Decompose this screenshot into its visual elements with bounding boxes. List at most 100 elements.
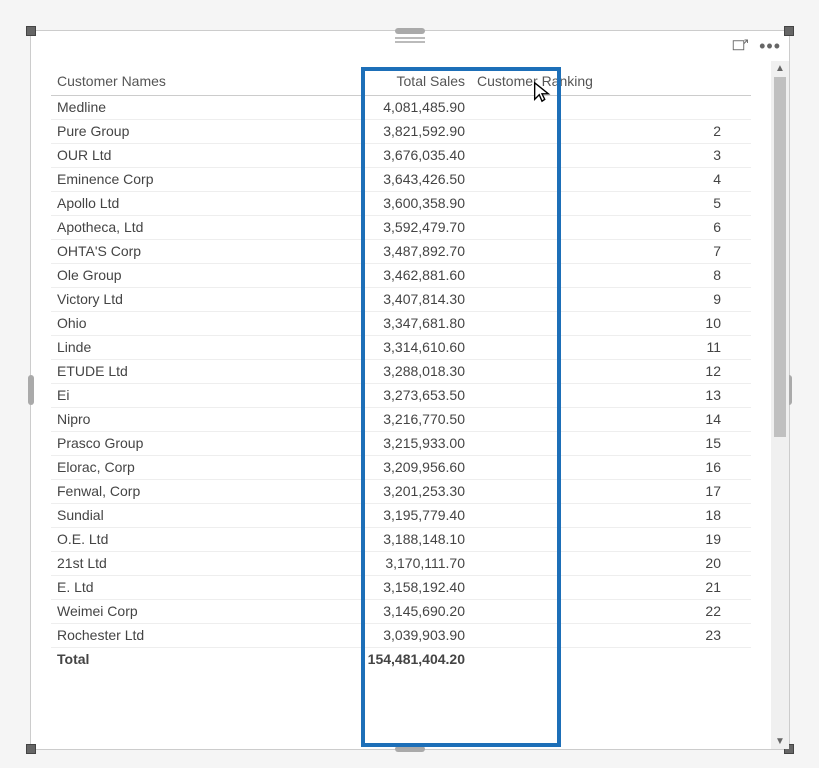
cell-rank: 15: [471, 431, 751, 455]
table-row[interactable]: Linde3,314,610.6011: [51, 335, 751, 359]
cell-sales: 3,487,892.70: [261, 239, 471, 263]
table-row[interactable]: Nipro3,216,770.5014: [51, 407, 751, 431]
table-row[interactable]: Pure Group3,821,592.902: [51, 119, 751, 143]
table-row[interactable]: Victory Ltd3,407,814.309: [51, 287, 751, 311]
cell-name: ETUDE Ltd: [51, 359, 261, 383]
cell-rank: 17: [471, 479, 751, 503]
cell-rank: 12: [471, 359, 751, 383]
table-row[interactable]: Apotheca, Ltd3,592,479.706: [51, 215, 751, 239]
cell-rank: 11: [471, 335, 751, 359]
cell-rank: 18: [471, 503, 751, 527]
cell-sales: 3,314,610.60: [261, 335, 471, 359]
cell-rank: 8: [471, 263, 751, 287]
cell-name: Sundial: [51, 503, 261, 527]
cell-sales: 3,215,933.00: [261, 431, 471, 455]
cell-rank: 6: [471, 215, 751, 239]
scroll-thumb[interactable]: [774, 77, 786, 437]
visual-header: •••: [31, 31, 789, 61]
cell-sales: 3,188,148.10: [261, 527, 471, 551]
cell-name: O.E. Ltd: [51, 527, 261, 551]
cell-name: Rochester Ltd: [51, 623, 261, 647]
cell-sales: 3,676,035.40: [261, 143, 471, 167]
visual-container[interactable]: ••• Customer Names Total Sales Customer …: [30, 30, 790, 750]
resize-handle-tl[interactable]: [26, 26, 36, 36]
cell-name: Fenwal, Corp: [51, 479, 261, 503]
cell-sales: 3,039,903.90: [261, 623, 471, 647]
table-row[interactable]: Elorac, Corp3,209,956.6016: [51, 455, 751, 479]
resize-handle-tr[interactable]: [784, 26, 794, 36]
cell-sales: 4,081,485.90: [261, 95, 471, 119]
cell-rank: 23: [471, 623, 751, 647]
cell-name: E. Ltd: [51, 575, 261, 599]
cell-name: Elorac, Corp: [51, 455, 261, 479]
table-row[interactable]: Eminence Corp3,643,426.504: [51, 167, 751, 191]
data-table: Customer Names Total Sales Customer Rank…: [51, 69, 751, 671]
table-row[interactable]: Ole Group3,462,881.608: [51, 263, 751, 287]
column-header-rank[interactable]: Customer Ranking: [471, 69, 751, 95]
cell-rank: 13: [471, 383, 751, 407]
table-row[interactable]: Ohio3,347,681.8010: [51, 311, 751, 335]
cell-name: Linde: [51, 335, 261, 359]
total-rank: [471, 647, 751, 671]
cell-name: Apollo Ltd: [51, 191, 261, 215]
more-options-icon[interactable]: •••: [759, 42, 781, 50]
table-row[interactable]: Prasco Group3,215,933.0015: [51, 431, 751, 455]
table-row[interactable]: Fenwal, Corp3,201,253.3017: [51, 479, 751, 503]
cell-name: Pure Group: [51, 119, 261, 143]
resize-handle-tm[interactable]: [395, 28, 425, 34]
cell-rank: 22: [471, 599, 751, 623]
cell-sales: 3,347,681.80: [261, 311, 471, 335]
cell-rank: 20: [471, 551, 751, 575]
cell-rank: 7: [471, 239, 751, 263]
cell-name: Nipro: [51, 407, 261, 431]
cell-rank: 2: [471, 119, 751, 143]
cell-sales: 3,821,592.90: [261, 119, 471, 143]
scroll-up-arrow[interactable]: ▲: [775, 63, 785, 74]
drag-handle[interactable]: [395, 37, 425, 45]
cell-rank: 14: [471, 407, 751, 431]
focus-mode-icon[interactable]: [731, 37, 749, 55]
table-row[interactable]: Sundial3,195,779.4018: [51, 503, 751, 527]
total-sales: 154,481,404.20: [261, 647, 471, 671]
cell-rank: 5: [471, 191, 751, 215]
cell-sales: 3,462,881.60: [261, 263, 471, 287]
table-row[interactable]: O.E. Ltd3,188,148.1019: [51, 527, 751, 551]
cell-name: Medline: [51, 95, 261, 119]
cell-name: Ei: [51, 383, 261, 407]
table-row[interactable]: Weimei Corp3,145,690.2022: [51, 599, 751, 623]
cell-name: Victory Ltd: [51, 287, 261, 311]
cell-name: Prasco Group: [51, 431, 261, 455]
table-row[interactable]: OHTA'S Corp3,487,892.707: [51, 239, 751, 263]
cell-sales: 3,273,653.50: [261, 383, 471, 407]
cell-sales: 3,209,956.60: [261, 455, 471, 479]
table-row[interactable]: Ei3,273,653.5013: [51, 383, 751, 407]
cell-rank: 3: [471, 143, 751, 167]
table-row[interactable]: E. Ltd3,158,192.4021: [51, 575, 751, 599]
cell-name: 21st Ltd: [51, 551, 261, 575]
cell-name: Ole Group: [51, 263, 261, 287]
cell-rank: 19: [471, 527, 751, 551]
table-row[interactable]: Apollo Ltd3,600,358.905: [51, 191, 751, 215]
table-row[interactable]: Rochester Ltd3,039,903.9023: [51, 623, 751, 647]
cell-name: Ohio: [51, 311, 261, 335]
cell-name: Apotheca, Ltd: [51, 215, 261, 239]
column-header-name[interactable]: Customer Names: [51, 69, 261, 95]
cell-rank: 10: [471, 311, 751, 335]
total-label: Total: [51, 647, 261, 671]
cell-sales: 3,195,779.40: [261, 503, 471, 527]
cell-sales: 3,158,192.40: [261, 575, 471, 599]
vertical-scrollbar[interactable]: ▲ ▼: [771, 61, 789, 749]
cell-sales: 3,201,253.30: [261, 479, 471, 503]
cell-sales: 3,592,479.70: [261, 215, 471, 239]
cell-sales: 3,407,814.30: [261, 287, 471, 311]
cell-name: OUR Ltd: [51, 143, 261, 167]
total-row: Total 154,481,404.20: [51, 647, 751, 671]
table-row[interactable]: 21st Ltd3,170,111.7020: [51, 551, 751, 575]
column-header-sales[interactable]: Total Sales: [261, 69, 471, 95]
cell-sales: 3,170,111.70: [261, 551, 471, 575]
scroll-down-arrow[interactable]: ▼: [775, 736, 785, 747]
table-row[interactable]: ETUDE Ltd3,288,018.3012: [51, 359, 751, 383]
cell-sales: 3,216,770.50: [261, 407, 471, 431]
table-row[interactable]: Medline4,081,485.90: [51, 95, 751, 119]
table-row[interactable]: OUR Ltd3,676,035.403: [51, 143, 751, 167]
